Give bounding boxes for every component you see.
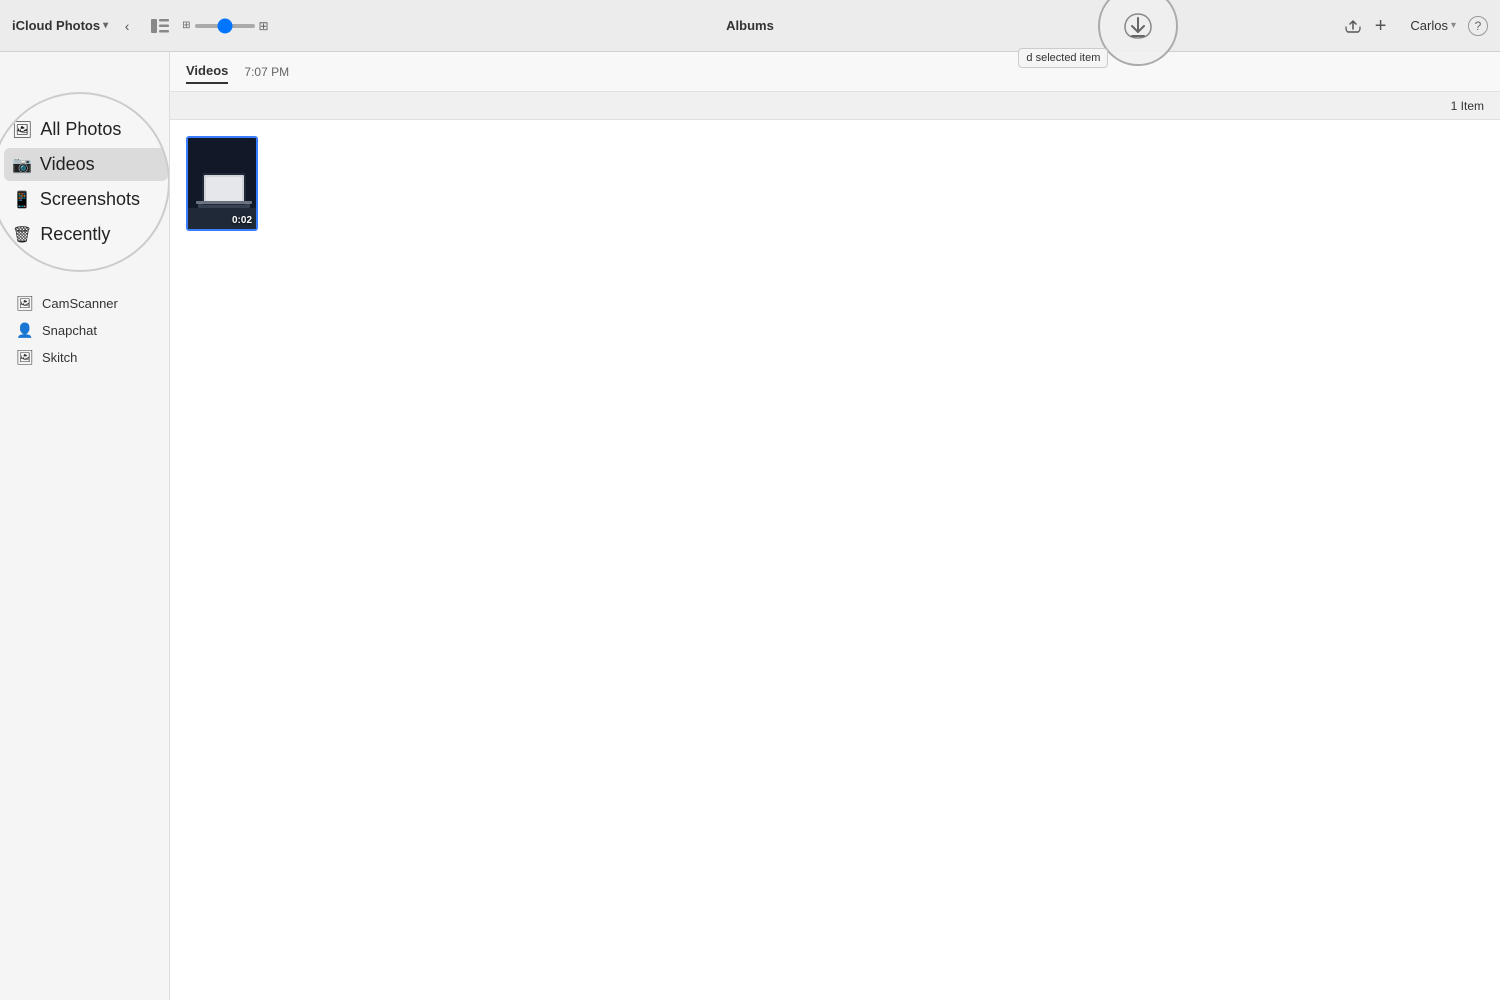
- zoom-max-icon: ⊞: [259, 19, 269, 33]
- videos-magnifier-icon: 📷: [12, 155, 32, 175]
- toolbar: iCloud Photos ▾ ‹ ⊞ ⊞ Albums: [0, 0, 1500, 52]
- recently-magnifier-icon: 🗑: [12, 225, 32, 245]
- screenshots-magnifier-label: Screenshots: [40, 189, 140, 210]
- user-menu-button[interactable]: Carlos ▾: [1410, 18, 1456, 33]
- videos-tab[interactable]: Videos: [186, 59, 228, 84]
- help-button[interactable]: ?: [1468, 16, 1488, 36]
- sidebar-icon: [151, 19, 169, 33]
- zoom-slider[interactable]: [195, 24, 255, 28]
- zoom-min-icon: ⊞: [182, 20, 190, 31]
- help-icon: ?: [1475, 19, 1482, 33]
- camscanner-label: CamScanner: [42, 296, 118, 311]
- snapchat-label: Snapchat: [42, 323, 97, 338]
- add-icon: +: [1375, 16, 1387, 36]
- center-title-text: Albums: [726, 18, 774, 33]
- status-bar: 1 Item: [170, 92, 1500, 120]
- item-count-label: 1 Item: [1451, 99, 1484, 113]
- toolbar-left: iCloud Photos ▾ ‹ ⊞ ⊞: [12, 15, 269, 37]
- content-area: Videos 7:07 PM 1 Item: [170, 52, 1500, 1000]
- magnifier-item-recently[interactable]: 🗑 Recently: [4, 218, 168, 251]
- download-tooltip-text: d selected item: [1026, 52, 1100, 64]
- photo-grid: 0:02: [170, 120, 1500, 1000]
- app-title-chevron: ▾: [103, 20, 108, 31]
- all-photos-label: All Photos: [40, 119, 121, 140]
- app-title-text: iCloud Photos: [12, 18, 100, 33]
- video-duration: 0:02: [232, 215, 252, 226]
- sidebar-albums-section: 🖼 CamScanner 👤 Snapchat 🖼 Skitch: [0, 290, 169, 371]
- toolbar-center-title: Albums: [726, 18, 774, 33]
- back-button[interactable]: ‹: [116, 15, 138, 37]
- snapchat-icon: 👤: [16, 322, 34, 339]
- toolbar-right: + d selected item Carlos ▾ ?: [1343, 16, 1488, 36]
- magnifier-item-all-photos[interactable]: 🖼 All Photos: [4, 113, 168, 146]
- zoom-control: ⊞ ⊞: [182, 19, 268, 33]
- download-tooltip: d selected item: [1018, 48, 1108, 68]
- camscanner-icon: 🖼: [16, 295, 34, 312]
- sidebar-item-skitch[interactable]: 🖼 Skitch: [0, 344, 169, 371]
- photo-thumbnail[interactable]: 0:02: [186, 136, 258, 231]
- screenshots-magnifier-icon: 📱: [12, 190, 32, 210]
- magnifier-overlay: 🖼 All Photos 📷 Videos 📱 Screenshots 🗑 Re…: [0, 92, 170, 272]
- all-photos-icon: 🖼: [12, 120, 32, 140]
- content-time: 7:07 PM: [244, 65, 289, 79]
- user-chevron-icon: ▾: [1451, 20, 1456, 31]
- upload-icon: [1343, 16, 1363, 36]
- user-name-text: Carlos: [1410, 18, 1448, 33]
- skitch-label: Skitch: [42, 350, 77, 365]
- sidebar-item-camscanner[interactable]: 🖼 CamScanner: [0, 290, 169, 317]
- app-title: iCloud Photos ▾: [12, 18, 108, 33]
- skitch-icon: 🖼: [16, 349, 34, 366]
- download-icon: [1120, 8, 1156, 44]
- magnifier-item-videos[interactable]: 📷 Videos: [4, 148, 168, 181]
- main-content: 🖼 All Photos 📷 Videos 📱 Screenshots 🗑 Re…: [0, 52, 1500, 1000]
- magnifier-item-screenshots[interactable]: 📱 Screenshots: [4, 183, 168, 216]
- sidebar-toggle-button[interactable]: [146, 15, 174, 37]
- sidebar-item-snapchat[interactable]: 👤 Snapchat: [0, 317, 169, 344]
- sidebar: 🖼 All Photos 📷 Videos 📱 Screenshots 🗑 Re…: [0, 52, 170, 1000]
- add-button[interactable]: +: [1375, 16, 1387, 36]
- videos-magnifier-label: Videos: [40, 154, 95, 175]
- content-header: Videos 7:07 PM: [170, 52, 1500, 92]
- recently-magnifier-label: Recently: [40, 224, 110, 245]
- upload-button[interactable]: [1343, 16, 1363, 36]
